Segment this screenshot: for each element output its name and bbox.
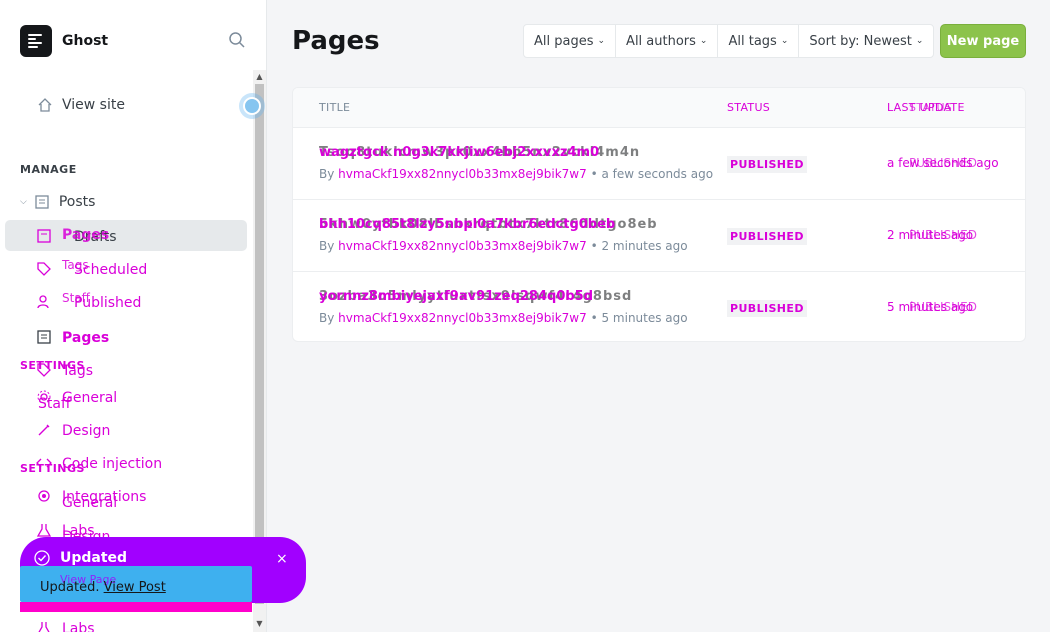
filter-author[interactable]: All authors ⌄ [616,25,719,57]
row-by: By [319,311,335,325]
toast-secondary-text: Updated. View Post [40,580,166,595]
nav-staff-label: Staff [38,396,71,412]
row-title[interactable]: wagztgck n0g3k7kkjiw6ebj2xxvxz4m0 [319,145,599,160]
nav-code-injection[interactable]: Code injection [36,455,162,473]
row-updated-ghost: PUBLISHED [909,228,977,242]
filter-type-label: All pages [534,33,594,49]
subnav-scheduled[interactable]: Tags Scheduled [36,258,147,279]
manage-section-label: MANAGE [20,163,77,176]
brand[interactable]: Ghost [20,25,108,57]
nav-posts[interactable]: ⌵ Posts [20,193,95,211]
scroll-down-icon[interactable]: ▼ [255,619,264,628]
staff-icon [36,294,54,312]
nav-design[interactable]: Design [36,422,110,440]
table-row[interactable]: 3ozba3o5mlyytluxtfsx9lsqwf4r4g8bsd yornn… [293,272,1025,341]
row-meta: By hvmaCkf19xx82nnycl0b33mx8ej9bik7w7 • … [319,311,688,325]
pages-icon [36,228,54,246]
chevron-down-icon: ⌄ [699,36,708,46]
row-updated-ghost: PUBLISHED [909,156,977,170]
nav-labs-bottom-label: Labs [62,621,95,632]
nav-pages-label: Pages [62,330,110,346]
row-time: • 2 minutes ago [590,239,688,253]
row-title[interactable]: bhh10cq85t8lzy5nbpl0a7kbr6edctg0beb [319,217,615,232]
close-icon[interactable]: × [276,551,288,567]
tag-icon [36,261,54,279]
subnav-drafts[interactable]: Pages Drafts [36,227,117,246]
filter-author-label: All authors [626,33,696,49]
row-author: hvmaCkf19xx82nnycl0b33mx8ej9bik7w7 [338,167,587,181]
row-time: • a few seconds ago [590,167,714,181]
new-page-button[interactable]: New page [940,24,1026,58]
pages-table: TITLE STATUS LAST UPDATE STATUS Tsoq8tuk… [292,87,1026,342]
subnav-ghost-label: Staff [62,291,90,305]
table-header: TITLE STATUS LAST UPDATE STATUS [293,88,1025,128]
chevron-down-icon: ⌄ [597,36,606,46]
filter-tag[interactable]: All tags ⌄ [718,25,800,57]
subnav-published[interactable]: Staff Published [36,291,141,312]
row-author: hvmaCkf19xx82nnycl0b33mx8ej9bik7w7 [338,239,587,253]
row-time: • 5 minutes ago [590,311,688,325]
nav-design-label: Design [62,423,111,439]
row-author: hvmaCkf19xx82nnycl0b33mx8ej9bik7w7 [338,311,587,325]
nav-pages[interactable]: Pages [36,329,109,347]
filter-tag-label: All tags [728,33,777,49]
row-by: By [319,239,335,253]
column-title: TITLE [319,101,351,114]
subnav-ghost-label: Tags [62,258,89,272]
chevron-down-icon[interactable]: ⌵ [20,197,27,207]
integrations-icon [36,488,54,506]
nav-integrations[interactable]: Integrations General [36,488,146,511]
brush-icon [36,422,54,440]
pages-icon [36,329,54,347]
nav-view-site[interactable]: View site [36,96,125,114]
nav-general-ghost[interactable]: General Staff [36,389,117,412]
column-ghost: STATUS [909,101,953,114]
row-by: By [319,167,335,181]
page-title: Pages [292,26,380,56]
chevron-down-icon: ⌄ [915,36,924,46]
row-meta: By hvmaCkf19xx82nnycl0b33mx8ej9bik7w7 • … [319,239,688,253]
nav-tags[interactable]: Tags [36,362,93,380]
column-status: STATUS [727,101,771,114]
nav-code-injection-label: Code injection [62,456,163,472]
toast-strip [20,602,252,612]
status-badge: PUBLISHED [727,228,807,245]
posts-icon [33,193,51,211]
filter-sort-label: Sort by: Newest [809,33,912,49]
status-badge: PUBLISHED [727,156,807,173]
brand-name: Ghost [62,33,109,49]
subnav-ghost-label: Pages [62,227,110,243]
chevron-down-icon: ⌄ [780,36,789,46]
table-row[interactable]: 5khw0ytbk08lbsnkrqtbtx7ktr86ddtgo8eb bhh… [293,200,1025,272]
toast-secondary-prefix: Updated. [40,580,100,595]
filter-bar: All pages ⌄ All authors ⌄ All tags ⌄ Sort b… [523,24,935,58]
row-updated-ghost: PUBLISHED [909,300,977,314]
row-title[interactable]: yornnz8mbiyejaxf9av91zeq284q0b5d [319,289,593,304]
nav-tags-label: Tags [62,363,93,379]
filter-sort[interactable]: Sort by: Newest ⌄ [799,25,933,57]
scroll-up-icon[interactable]: ▲ [255,72,264,81]
table-row[interactable]: Tsoq8tuklcmw3pr0xx4bb5nx2vckl4m4n wagztg… [293,128,1025,200]
toast-secondary: View Page Updated. View Post [20,566,252,602]
filter-type[interactable]: All pages ⌄ [524,25,617,57]
home-icon [36,96,54,114]
tag-icon [36,362,54,380]
row-meta: By hvmaCkf19xx82nnycl0b33mx8ej9bik7w7 • … [319,167,713,181]
view-post-link[interactable]: View Post [104,580,166,595]
nav-labs[interactable]: Labs [36,620,95,632]
check-icon [34,550,50,566]
nav-posts-label: Posts [58,194,96,210]
code-icon [36,455,54,473]
toast-title: Updated [60,550,128,566]
ghost-logo-icon [20,25,52,57]
nav-general-ghost-label: General [62,495,118,511]
search-icon[interactable] [228,31,246,49]
nav-view-site-label: View site [62,97,125,113]
drag-handle[interactable] [239,93,265,119]
status-badge: PUBLISHED [727,300,807,317]
flask-icon [36,620,54,632]
scrollbar-thumb[interactable] [255,84,264,604]
